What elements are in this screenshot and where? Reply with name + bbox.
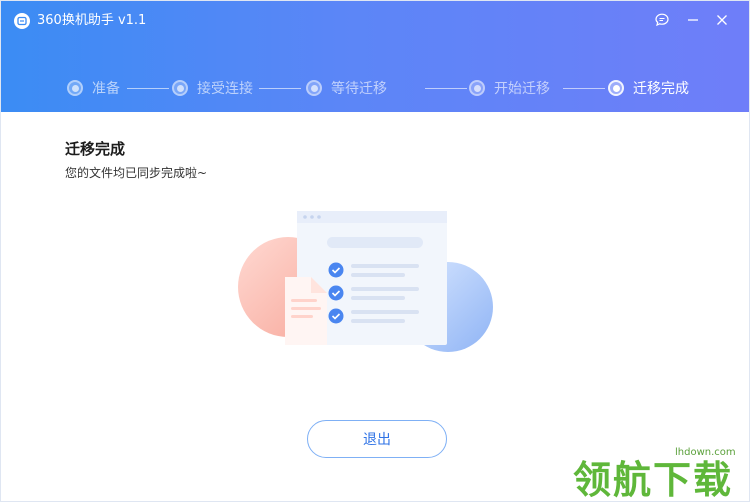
exit-button[interactable]: 退出 [307, 420, 447, 458]
watermark-text: 领航下载 [573, 458, 734, 502]
minimize-icon [688, 19, 698, 21]
feedback-button[interactable] [651, 10, 673, 30]
step-accept-connection: 接受连接 [172, 77, 253, 99]
sync-complete-illustration [238, 211, 493, 352]
step-label: 开始迁移 [494, 81, 550, 97]
step-label: 准备 [92, 81, 120, 97]
step-connector [563, 88, 605, 89]
step-connector [425, 88, 467, 89]
step-label: 迁移完成 [633, 81, 689, 97]
step-dot-icon [306, 80, 322, 96]
minimize-button[interactable] [682, 10, 704, 30]
step-dot-icon [608, 80, 624, 96]
chat-bubble-icon [655, 13, 669, 27]
step-label: 接受连接 [197, 81, 253, 97]
step-dot-icon [469, 80, 485, 96]
step-start-migration: 开始迁移 [469, 77, 550, 99]
step-waiting-migration: 等待迁移 [306, 77, 387, 99]
close-button[interactable] [711, 10, 733, 30]
step-connector [259, 88, 301, 89]
step-label: 等待迁移 [331, 81, 387, 97]
page-title: 迁移完成 [65, 140, 126, 158]
close-icon [717, 15, 727, 25]
page-subtitle: 您的文件均已同步完成啦~ [65, 166, 208, 180]
watermark-url: lhdown.com [675, 447, 736, 458]
step-connector [127, 88, 169, 89]
app-title: 360换机助手 v1.1 [37, 13, 147, 28]
step-migration-complete: 迁移完成 [608, 77, 689, 99]
step-prepare: 准备 [67, 77, 120, 99]
step-dot-icon [67, 80, 83, 96]
step-dot-icon [172, 80, 188, 96]
phone-swap-icon [14, 13, 30, 29]
app-window: 360换机助手 v1.1 准备 接受连接 等待迁移 开始迁移 迁移完成 迁移完成… [0, 0, 750, 502]
header-bar: 360换机助手 v1.1 准备 接受连接 等待迁移 开始迁移 迁移完成 [1, 1, 749, 112]
watermark-logo: lhdown.com 领航下载 [567, 441, 749, 502]
